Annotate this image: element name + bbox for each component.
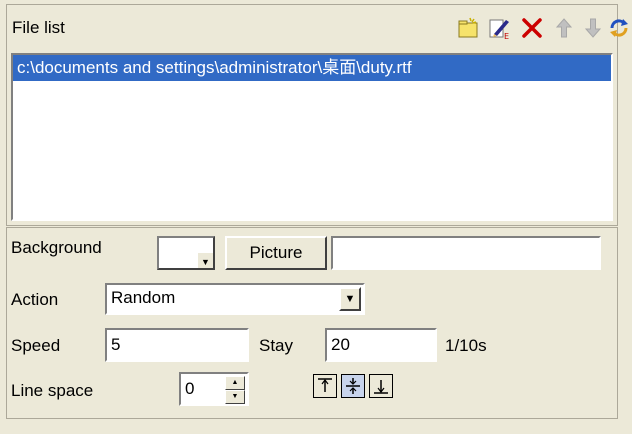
list-item[interactable]: c:\documents and settings\administrator\… xyxy=(13,55,611,81)
spin-up-button[interactable]: ▲ xyxy=(225,376,245,390)
align-middle-icon[interactable] xyxy=(341,374,365,398)
line-space-stepper[interactable]: 0 ▲ ▼ xyxy=(179,372,249,406)
stay-unit-label: 1/10s xyxy=(445,336,487,355)
action-label: Action xyxy=(11,290,59,309)
chevron-down-icon[interactable]: ▼ xyxy=(339,287,361,311)
chevron-down-icon[interactable]: ▼ xyxy=(197,252,213,268)
settings-panel: Background ▼ Picture Action Random ▼ Spe… xyxy=(6,227,618,419)
delete-x-icon[interactable] xyxy=(519,15,545,41)
file-list[interactable]: c:\documents and settings\administrator\… xyxy=(11,53,613,221)
line-space-label: Line space xyxy=(11,381,94,400)
arrow-up-icon[interactable] xyxy=(551,15,577,41)
new-folder-icon[interactable] xyxy=(455,15,481,41)
speed-label: Speed xyxy=(11,336,61,355)
playlist-settings-window: File list E c:\documents and settings\ad… xyxy=(0,0,632,434)
edit-icon[interactable]: E xyxy=(487,15,513,41)
picture-button[interactable]: Picture xyxy=(225,236,327,270)
align-bottom-icon[interactable] xyxy=(369,374,393,398)
swap-refresh-icon[interactable] xyxy=(607,15,631,41)
svg-text:E: E xyxy=(504,32,509,40)
align-top-icon[interactable] xyxy=(313,374,337,398)
background-color-picker[interactable]: ▼ xyxy=(157,236,215,270)
line-space-value: 0 xyxy=(185,379,195,398)
action-select-value: Random xyxy=(111,288,176,307)
speed-input[interactable]: 5 xyxy=(105,328,249,362)
background-label: Background xyxy=(11,238,102,257)
action-select[interactable]: Random ▼ xyxy=(105,283,365,315)
picture-path-field[interactable] xyxy=(331,236,601,270)
arrow-down-icon[interactable] xyxy=(580,15,606,41)
spin-down-button[interactable]: ▼ xyxy=(225,390,245,404)
stay-label: Stay xyxy=(259,336,294,355)
file-list-title: File list xyxy=(12,18,65,37)
spinner[interactable]: ▲ ▼ xyxy=(225,376,245,404)
file-list-panel: File list E c:\documents and settings\ad… xyxy=(6,4,628,226)
stay-input[interactable]: 20 xyxy=(325,328,437,362)
